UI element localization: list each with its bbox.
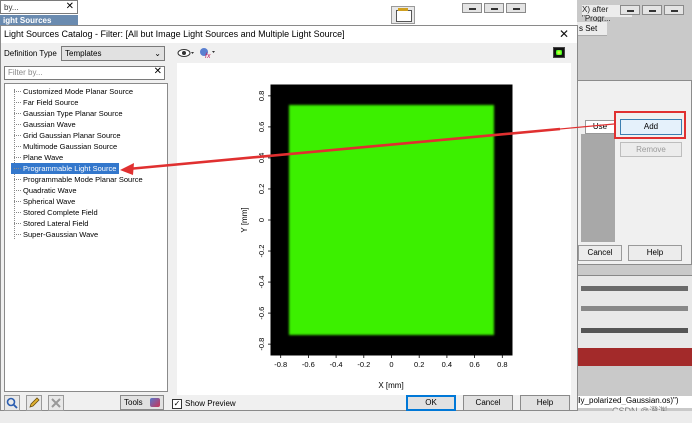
y-axis-label: Y [mm] bbox=[240, 207, 249, 232]
background-bottom-strip bbox=[0, 411, 692, 423]
background-cancel-button[interactable]: Cancel bbox=[578, 245, 622, 261]
chevron-down-icon: ⌄ bbox=[154, 49, 161, 58]
background-list[interactable] bbox=[581, 134, 615, 242]
background-window-controls bbox=[462, 3, 542, 17]
show-preview-label: Show Preview bbox=[185, 399, 236, 408]
tools-icon bbox=[150, 398, 160, 407]
tree-item[interactable]: Multimode Gaussian Source bbox=[11, 141, 120, 152]
tools-button[interactable]: Tools bbox=[120, 395, 164, 410]
x-tick-label: -0.2 bbox=[357, 360, 370, 369]
svg-text:fx: fx bbox=[205, 53, 211, 60]
x-tick-label: 0.8 bbox=[497, 360, 507, 369]
x-tick-label: -0.8 bbox=[274, 360, 287, 369]
minimize-icon[interactable] bbox=[620, 5, 640, 15]
tree-item[interactable]: Super-Gaussian Wave bbox=[11, 229, 101, 240]
help-button[interactable]: Help bbox=[520, 395, 570, 411]
restore-icon[interactable] bbox=[484, 3, 504, 13]
background-help-button[interactable]: Help bbox=[628, 245, 682, 261]
annotation-highlight-box bbox=[614, 111, 686, 139]
use-column-header: Use bbox=[585, 120, 615, 134]
tree-item[interactable]: Gaussian Type Planar Source bbox=[11, 108, 126, 119]
y-tick-label: -0.2 bbox=[257, 245, 266, 258]
x-axis-label: X [mm] bbox=[378, 381, 403, 390]
background-red-bar bbox=[577, 348, 692, 366]
definition-type-label: Definition Type bbox=[4, 49, 57, 58]
cancel-button[interactable]: Cancel bbox=[463, 395, 513, 411]
y-tick-label: 0.4 bbox=[257, 153, 266, 163]
restore-icon[interactable] bbox=[642, 5, 662, 15]
x-tick-label: -0.6 bbox=[302, 360, 315, 369]
background-window-controls-2 bbox=[620, 5, 692, 19]
tree-item-selected[interactable]: Programmable Light Source bbox=[11, 163, 120, 174]
tree-item[interactable]: Spherical Wave bbox=[11, 196, 78, 207]
eye-icon[interactable] bbox=[177, 47, 195, 59]
x-tick-label: 0.4 bbox=[442, 360, 452, 369]
light-source-tree: Customized Mode Planar Source Far Field … bbox=[4, 83, 168, 392]
tree-item[interactable]: Gaussian Wave bbox=[11, 119, 79, 130]
tree-item[interactable]: Stored Complete Field bbox=[11, 207, 101, 218]
tree-item[interactable]: Plane Wave bbox=[11, 152, 66, 163]
delete-icon[interactable] bbox=[48, 395, 64, 411]
tree-item[interactable]: Stored Lateral Field bbox=[11, 218, 91, 229]
background-set-label: s Set bbox=[577, 22, 607, 36]
close-icon[interactable] bbox=[506, 3, 526, 13]
definition-type-value: Templates bbox=[65, 49, 102, 58]
preview-plot-svg: -0.8 -0.6 -0.4 -0.2 0 0.2 0.4 0.6 0.8 0.8 0.6 0.4 0… bbox=[177, 63, 571, 395]
tree-item[interactable]: Far Field Source bbox=[11, 97, 81, 108]
y-tick-label: -0.8 bbox=[257, 338, 266, 351]
filter-input[interactable]: Filter by... ✕ bbox=[4, 66, 165, 80]
tree-item[interactable]: Customized Mode Planar Source bbox=[11, 86, 136, 97]
tools-label: Tools bbox=[124, 398, 143, 407]
y-tick-label: -0.6 bbox=[257, 307, 266, 320]
edit-icon[interactable] bbox=[26, 395, 42, 411]
light-sources-catalog-dialog: Light Sources Catalog - Filter: [All but… bbox=[0, 25, 578, 411]
clear-filter-icon[interactable]: ✕ bbox=[154, 66, 162, 78]
filter-placeholder: Filter by... bbox=[8, 68, 43, 77]
x-tick-label: 0.2 bbox=[414, 360, 424, 369]
y-tick-label: 0.8 bbox=[257, 91, 266, 101]
x-tick-label: -0.4 bbox=[330, 360, 343, 369]
y-tick-label: -0.4 bbox=[257, 276, 266, 289]
tree-item[interactable]: Programmable Mode Planar Source bbox=[11, 174, 146, 185]
function-icon[interactable]: fx bbox=[198, 46, 216, 60]
tree-item[interactable]: Quadratic Wave bbox=[11, 185, 80, 196]
dialog-title: Light Sources Catalog - Filter: [All but… bbox=[1, 26, 577, 43]
tree-item[interactable]: Grid Gaussian Planar Source bbox=[11, 130, 124, 141]
show-preview-checkbox[interactable]: ✓ Show Preview bbox=[172, 398, 236, 410]
color-palette-icon[interactable] bbox=[553, 47, 565, 58]
remove-button[interactable]: Remove bbox=[620, 142, 682, 157]
y-tick-label: 0.6 bbox=[257, 122, 266, 132]
minimize-icon[interactable] bbox=[462, 3, 482, 13]
field-intensity-square bbox=[289, 105, 494, 335]
checkbox-icon[interactable]: ✓ bbox=[172, 399, 182, 409]
y-tick-label: 0.2 bbox=[257, 184, 266, 194]
ok-button[interactable]: OK bbox=[406, 395, 456, 411]
search-icon[interactable] bbox=[4, 395, 20, 411]
preview-plot: -0.8 -0.6 -0.4 -0.2 0 0.2 0.4 0.6 0.8 0.8 0.6 0.4 0… bbox=[177, 63, 571, 395]
y-tick-label: 0 bbox=[257, 218, 266, 222]
definition-type-select[interactable]: Templates ⌄ bbox=[61, 46, 165, 61]
toolbar-icon[interactable] bbox=[391, 6, 415, 24]
x-tick-label: 0.6 bbox=[469, 360, 479, 369]
x-tick-label: 0 bbox=[389, 360, 393, 369]
background-filter-text: by... bbox=[4, 3, 19, 12]
close-icon[interactable]: ✕ bbox=[66, 1, 74, 12]
close-icon[interactable] bbox=[664, 5, 684, 15]
close-icon[interactable]: ✕ bbox=[557, 27, 571, 41]
background-filter-input[interactable]: by... ✕ bbox=[0, 0, 78, 14]
